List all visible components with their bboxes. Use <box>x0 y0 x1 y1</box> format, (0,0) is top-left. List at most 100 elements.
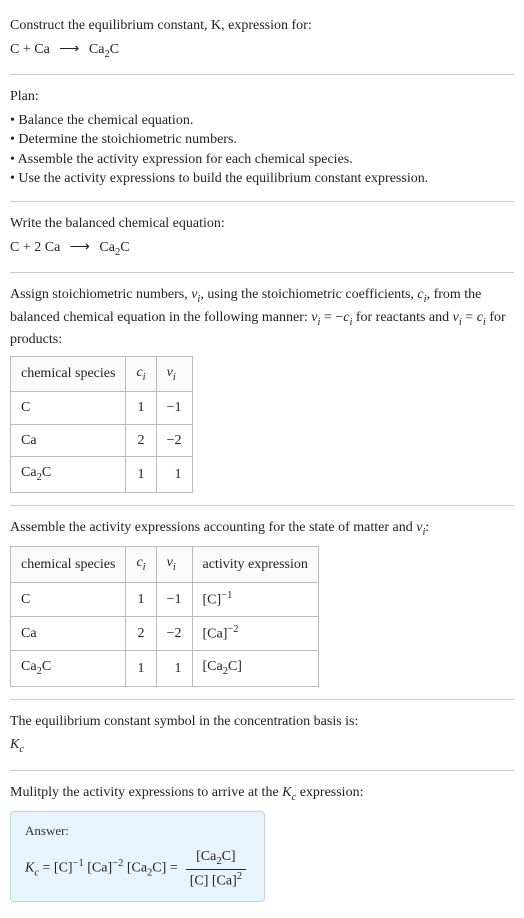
multiply-desc: Mulitply the activity expressions to arr… <box>10 783 514 805</box>
text: C] <box>222 849 236 864</box>
balanced-title: Write the balanced chemical equation: <box>10 214 514 234</box>
plan-item: • Balance the chemical equation. <box>10 111 514 131</box>
sup: −1 <box>221 590 232 601</box>
text: Assemble the activity expressions accoun… <box>10 520 416 535</box>
cell-ci: 1 <box>126 651 156 686</box>
th-ci: ci <box>126 356 156 391</box>
cell-ci: 1 <box>126 457 156 492</box>
balanced-equation: C + 2 Ca ⟶ Ca2C <box>10 238 514 260</box>
text: = <box>462 310 477 325</box>
equals: = <box>39 861 54 876</box>
answer-box: Answer: Kc = [C]−1 [Ca]−2 [Ca2C] = [Ca2C… <box>10 811 265 902</box>
text: Ca <box>21 465 37 480</box>
header-equation: C + Ca ⟶ Ca2C <box>10 40 514 62</box>
divider <box>10 770 514 771</box>
sup: 2 <box>237 871 242 882</box>
activity-section: Assemble the activity expressions accoun… <box>10 510 514 695</box>
answer-fraction: [Ca2C] [C] [Ca]2 <box>186 847 246 892</box>
cell-ci: 2 <box>126 617 156 651</box>
activity-table: chemical species ci νi activity expressi… <box>10 546 319 686</box>
table-row: C 1 −1 [C]−1 <box>11 582 319 616</box>
eq-right-a: Ca <box>89 42 105 57</box>
table-header-row: chemical species ci νi activity expressi… <box>11 547 319 582</box>
balanced-left: C + 2 Ca <box>10 240 60 255</box>
th-activity: activity expression <box>192 547 318 582</box>
cell-nui: 1 <box>156 457 192 492</box>
balanced-right-b: C <box>120 240 129 255</box>
nui-sub: i <box>173 371 176 382</box>
table-row: Ca2C 1 1 <box>11 457 193 492</box>
text: [C] <box>203 592 222 607</box>
cell-species: C <box>11 582 126 616</box>
table-row: Ca2C 1 1 [Ca2C] <box>11 651 319 686</box>
cell-species: C <box>11 392 126 425</box>
answer-expression: Kc = [C]−1 [Ca]−2 [Ca2C] = [Ca2C] [C] [C… <box>25 847 250 892</box>
th-nui: νi <box>156 547 192 582</box>
text: [Ca <box>196 849 216 864</box>
cell-ci: 2 <box>126 424 156 457</box>
divider <box>10 505 514 506</box>
sup: −2 <box>227 624 238 635</box>
header-section: Construct the equilibrium constant, K, e… <box>10 8 514 70</box>
eq-right-end: C <box>110 42 119 57</box>
cell-species: Ca2C <box>11 457 126 492</box>
th-species: chemical species <box>11 547 126 582</box>
answer-label: Answer: <box>25 822 250 840</box>
text: [Ca] <box>84 861 112 876</box>
symbol-desc: The equilibrium constant symbol in the c… <box>10 712 514 732</box>
text: for reactants and <box>352 310 452 325</box>
stoich-section: Assign stoichiometric numbers, νi, using… <box>10 277 514 501</box>
cell-nui: −2 <box>156 424 192 457</box>
plan-title: Plan: <box>10 87 514 107</box>
th-nui: νi <box>156 356 192 391</box>
text: C] = <box>152 861 177 876</box>
sup: −2 <box>112 858 123 869</box>
sup: −1 <box>73 858 84 869</box>
table-row: Ca 2 −2 <box>11 424 193 457</box>
ci-sub: i <box>143 562 146 573</box>
cell-nui: −1 <box>156 392 192 425</box>
table-header-row: chemical species ci νi <box>11 356 193 391</box>
stoich-table: chemical species ci νi C 1 −1 Ca 2 −2 Ca… <box>10 356 193 493</box>
k-symbol: K <box>25 861 34 876</box>
plan-item: • Use the activity expressions to build … <box>10 169 514 189</box>
cell-species: Ca <box>11 424 126 457</box>
cell-nui: −1 <box>156 582 192 616</box>
plan-item: • Assemble the activity expression for e… <box>10 150 514 170</box>
table-row: C 1 −1 <box>11 392 193 425</box>
cell-ci: 1 <box>126 392 156 425</box>
stoich-desc: Assign stoichiometric numbers, νi, using… <box>10 285 514 350</box>
divider <box>10 74 514 75</box>
balanced-right-a: Ca <box>99 240 115 255</box>
text: C <box>42 659 51 674</box>
cell-species: Ca <box>11 617 126 651</box>
multiply-section: Mulitply the activity expressions to arr… <box>10 775 514 910</box>
divider <box>10 699 514 700</box>
cell-activity: [C]−1 <box>192 582 318 616</box>
fraction-numerator: [Ca2C] <box>186 847 246 870</box>
fraction-denominator: [C] [Ca]2 <box>186 870 246 891</box>
cell-activity: [Ca2C] <box>192 651 318 686</box>
symbol-kc: Kc <box>10 735 514 757</box>
activity-desc: Assemble the activity expressions accoun… <box>10 518 514 540</box>
cell-species: Ca2C <box>11 651 126 686</box>
ci-sub: i <box>143 371 146 382</box>
text: [C] <box>54 861 73 876</box>
text: [C] [Ca] <box>190 874 237 889</box>
cell-activity: [Ca]−2 <box>192 617 318 651</box>
text: : <box>425 520 429 535</box>
text: Mulitply the activity expressions to arr… <box>10 785 282 800</box>
kc-lhs: Kc = [C]−1 [Ca]−2 [Ca2C] = <box>25 857 178 881</box>
text: [Ca <box>123 861 147 876</box>
k-symbol: K <box>10 737 19 752</box>
th-ci: ci <box>126 547 156 582</box>
arrow-icon: ⟶ <box>59 40 79 60</box>
text: expression: <box>296 785 363 800</box>
cell-nui: 1 <box>156 651 192 686</box>
plan-item: • Determine the stoichiometric numbers. <box>10 130 514 150</box>
divider <box>10 272 514 273</box>
text: = − <box>320 310 343 325</box>
arrow-icon: ⟶ <box>70 238 90 258</box>
text: , using the stoichiometric coefficients, <box>200 287 417 302</box>
text: C <box>42 465 51 480</box>
